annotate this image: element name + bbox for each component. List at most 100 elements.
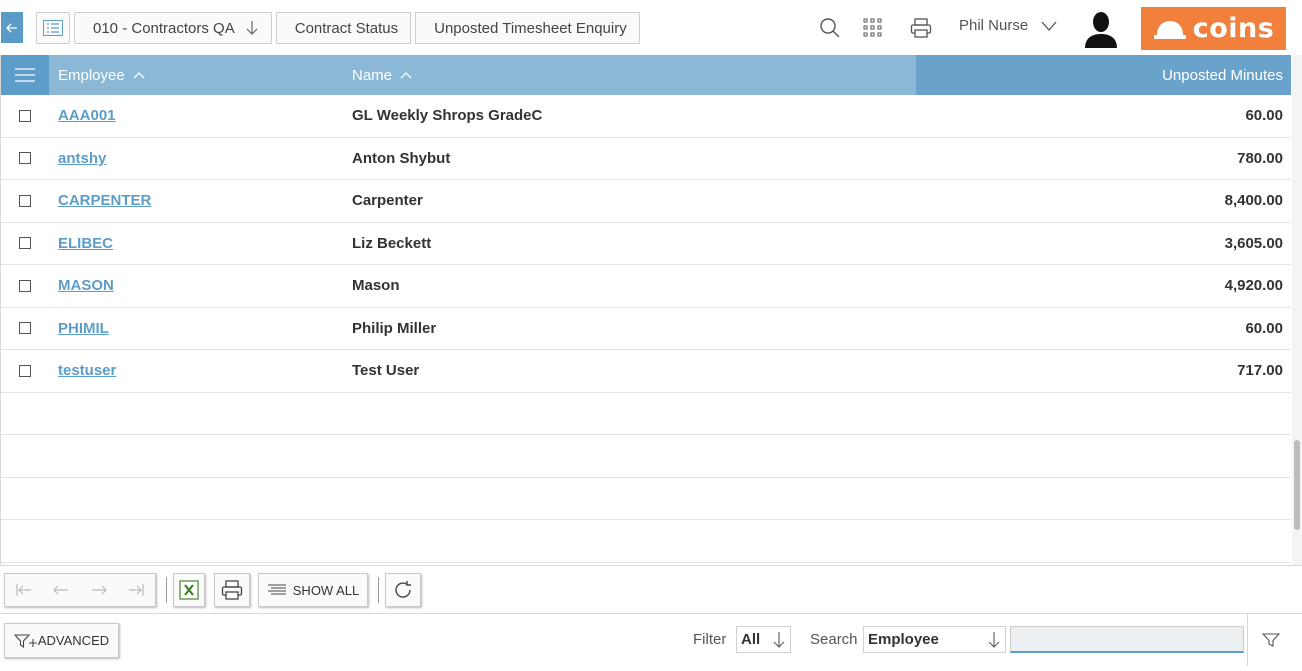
arrow-down-icon	[245, 20, 259, 36]
chevron-down-icon[interactable]	[1041, 19, 1057, 35]
sort-ascending-icon	[400, 71, 412, 79]
search-field-value: Employee	[868, 631, 939, 648]
search-field-select[interactable]: Employee	[863, 626, 1006, 653]
sort-ascending-icon	[133, 71, 145, 79]
filter-add-icon	[13, 633, 37, 648]
next-page-button[interactable]	[80, 582, 118, 598]
column-header-name-label: Name	[352, 66, 393, 84]
menu-list-button[interactable]	[36, 12, 70, 44]
table-row[interactable]: MASON Mason 4,920.00	[1, 265, 1291, 308]
refresh-icon	[395, 581, 411, 598]
export-excel-button[interactable]	[173, 573, 205, 607]
breadcrumb: 010 - Contractors QA Contract Status Unp…	[36, 12, 644, 44]
employee-link[interactable]: antshy	[58, 150, 106, 167]
arrow-down-icon	[987, 631, 1001, 653]
column-header-employee-label: Employee	[58, 66, 125, 84]
table-row[interactable]: AAA001 GL Weekly Shrops GradeC 60.00	[1, 95, 1291, 138]
filter-label: Filter	[693, 631, 727, 648]
employee-link[interactable]: ELIBEC	[58, 235, 113, 252]
unposted-minutes: 60.00	[1245, 319, 1283, 337]
show-all-button[interactable]: SHOW ALL	[258, 573, 368, 607]
first-page-icon	[16, 584, 31, 596]
row-checkbox[interactable]	[19, 237, 31, 250]
employee-name: Philip Miller	[352, 319, 437, 337]
list-lines-icon	[267, 584, 286, 595]
printer-icon	[221, 580, 243, 600]
back-button[interactable]	[1, 12, 23, 43]
employee-link[interactable]: MASON	[58, 277, 114, 294]
grid-left-border	[0, 55, 1, 565]
employee-name: Liz Beckett	[352, 234, 432, 252]
empty-row	[1, 435, 1291, 478]
filter-button[interactable]	[1247, 614, 1293, 666]
unposted-minutes: 3,605.00	[1224, 234, 1283, 252]
column-header-employee[interactable]: Employee	[49, 55, 343, 95]
employee-link[interactable]: AAA001	[58, 107, 116, 124]
logo-text: coins	[1192, 13, 1275, 44]
print-grid-button[interactable]	[214, 573, 250, 607]
advanced-label: ADVANCED	[37, 633, 110, 648]
employee-link[interactable]: CARPENTER	[58, 192, 151, 209]
breadcrumb-contract-status-label: Contract Status	[294, 19, 399, 37]
grid-header: Employee Name Unposted Minutes	[1, 55, 1291, 95]
filter-select[interactable]: All	[736, 626, 791, 653]
scrollbar-thumb[interactable]	[1294, 440, 1300, 530]
column-header-unposted-minutes[interactable]: Unposted Minutes	[916, 55, 1291, 95]
breadcrumb-current-page-label: Unposted Timesheet Enquiry	[434, 19, 627, 37]
last-page-button[interactable]	[118, 582, 156, 598]
previous-page-button[interactable]	[43, 582, 81, 598]
breadcrumb-company[interactable]: 010 - Contractors QA	[74, 12, 272, 44]
unposted-minutes: 780.00	[1237, 149, 1283, 167]
search-label: Search	[810, 631, 858, 648]
row-checkbox[interactable]	[19, 279, 31, 292]
employee-name: Anton Shybut	[352, 149, 451, 167]
apps-button[interactable]	[863, 12, 883, 44]
table-row[interactable]: ELIBEC Liz Beckett 3,605.00	[1, 223, 1291, 265]
row-checkbox[interactable]	[19, 194, 31, 207]
column-menu-button[interactable]	[1, 55, 49, 95]
user-silhouette-icon	[1085, 12, 1117, 48]
toolbar-separator	[378, 577, 379, 603]
search-icon	[820, 18, 840, 38]
empty-row	[1, 393, 1291, 435]
table-row[interactable]: antshy Anton Shybut 780.00	[1, 138, 1291, 180]
table-row[interactable]: testuser Test User 717.00	[1, 350, 1291, 393]
breadcrumb-current-page: Unposted Timesheet Enquiry	[415, 12, 640, 44]
user-name[interactable]: Phil Nurse	[959, 17, 1028, 34]
column-header-unposted-minutes-label: Unposted Minutes	[1162, 66, 1283, 84]
unposted-minutes: 60.00	[1245, 107, 1283, 125]
table-row[interactable]: CARPENTER Carpenter 8,400.00	[1, 180, 1291, 223]
row-checkbox[interactable]	[19, 109, 31, 122]
empty-row	[1, 520, 1291, 563]
page-navigation	[4, 573, 156, 607]
row-checkbox[interactable]	[19, 364, 31, 377]
funnel-icon	[1261, 633, 1280, 647]
grid-body: AAA001 GL Weekly Shrops GradeC 60.00 ant…	[1, 95, 1291, 563]
breadcrumb-contract-status[interactable]: Contract Status	[275, 12, 412, 44]
column-header-name[interactable]: Name	[343, 55, 916, 95]
filter-select-value: All	[741, 631, 761, 648]
refresh-button[interactable]	[385, 573, 421, 607]
pager-toolbar: SHOW ALL	[0, 565, 1302, 613]
search-button[interactable]	[819, 12, 841, 44]
table-row[interactable]: PHIMIL Philip Miller 60.00	[1, 308, 1291, 350]
first-page-button[interactable]	[5, 582, 43, 598]
print-button[interactable]	[910, 12, 932, 44]
advanced-filter-button[interactable]: ADVANCED	[4, 623, 119, 658]
row-checkbox[interactable]	[19, 152, 31, 165]
avatar[interactable]	[1083, 10, 1119, 48]
employee-link[interactable]: PHIMIL	[58, 320, 109, 337]
unposted-minutes: 717.00	[1237, 362, 1283, 380]
row-checkbox[interactable]	[19, 322, 31, 335]
arrow-left-icon	[53, 585, 69, 595]
excel-icon	[179, 580, 199, 600]
grid-icon	[863, 18, 882, 37]
list-icon	[43, 20, 63, 36]
employee-name: Mason	[352, 277, 400, 295]
employee-name: Carpenter	[352, 192, 423, 210]
breadcrumb-company-label: 010 - Contractors QA	[93, 19, 235, 37]
employee-link[interactable]: testuser	[58, 362, 116, 379]
arrow-right-icon	[91, 585, 107, 595]
search-input[interactable]	[1010, 626, 1244, 653]
unposted-minutes: 4,920.00	[1224, 277, 1283, 295]
